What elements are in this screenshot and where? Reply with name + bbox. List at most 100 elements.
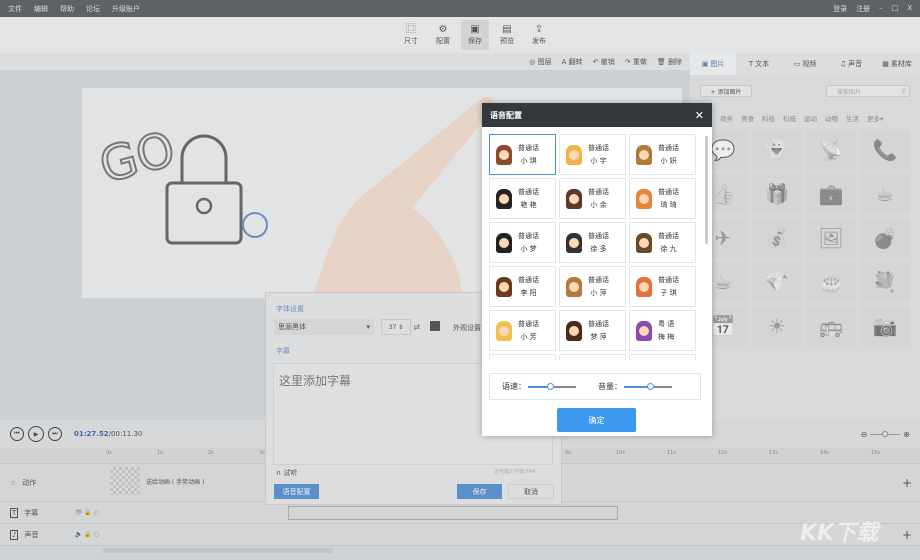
voice-option[interactable]	[629, 354, 696, 360]
menu-help[interactable]: 帮助	[60, 4, 74, 14]
confirm-button[interactable]: 确定	[557, 408, 636, 432]
category-item[interactable]: 运动	[804, 113, 817, 123]
close-icon[interactable]: ✕	[695, 109, 704, 122]
voice-list-scrollbar[interactable]	[705, 136, 708, 244]
timeline-clip[interactable]: 送给动画 ( 手势动画 )	[110, 466, 260, 496]
category-item[interactable]: 美食	[741, 113, 754, 123]
preview-button[interactable]: ▤ 预览	[493, 20, 521, 50]
track-controls[interactable]: 👁 🔒 ○	[75, 509, 99, 516]
volume-slider[interactable]	[624, 382, 672, 390]
volume-knob[interactable]	[647, 382, 655, 390]
category-item[interactable]: 科技	[783, 113, 796, 123]
voice-option[interactable]: 普通话艳 艳	[489, 178, 556, 219]
image-asset[interactable]: ☀	[752, 306, 802, 346]
voice-option[interactable]: 普通话小 宇	[559, 134, 626, 175]
image-asset[interactable]: 🖼	[806, 218, 856, 258]
image-asset[interactable]: 💰	[752, 218, 802, 258]
menu-edit[interactable]: 编辑	[34, 4, 48, 14]
size-button[interactable]: ⿴尺寸	[397, 20, 425, 50]
speed-knob[interactable]	[546, 382, 554, 390]
prev-button[interactable]: ⏮	[10, 427, 24, 441]
track-controls[interactable]: 🔈 🔒 ○	[75, 531, 99, 538]
redo-button[interactable]: ↷ 重做	[625, 57, 647, 67]
minimize-button[interactable]: –	[879, 4, 883, 14]
image-asset[interactable]: 📞	[860, 130, 910, 170]
font-size-stepper[interactable]: 37 ⇕	[381, 319, 411, 335]
image-asset[interactable]: 💣	[860, 218, 910, 258]
config-button[interactable]: ⚙ 配置	[429, 20, 457, 50]
voice-option[interactable]: 普通话徐 九	[629, 222, 696, 263]
listen-button[interactable]: ∩ 试听	[276, 468, 297, 478]
add-icon[interactable]: +	[902, 528, 912, 542]
play-button[interactable]: ▶	[28, 426, 44, 442]
music-icon: ♪	[10, 529, 19, 540]
color-picker[interactable]	[430, 321, 440, 331]
image-asset[interactable]: 💎	[752, 262, 802, 302]
ruler-tick: 12s	[718, 450, 727, 456]
image-asset[interactable]: 🎂	[806, 262, 856, 302]
voice-config-button[interactable]: 语音配置	[274, 484, 319, 499]
tab-library[interactable]: ▦ 素材库	[874, 53, 920, 75]
voice-option[interactable]: 普通话徐 多	[559, 222, 626, 263]
voice-option[interactable]: 普通话小 萍	[559, 266, 626, 307]
maximize-button[interactable]: □	[892, 4, 899, 14]
subtitle-clip[interactable]	[288, 505, 618, 520]
login-link[interactable]: 登录	[833, 4, 847, 14]
voice-option[interactable]: 普通话小 妍	[629, 134, 696, 175]
voice-option[interactable]	[489, 354, 556, 360]
speed-slider[interactable]	[528, 382, 576, 390]
image-asset[interactable]: ☕	[860, 174, 910, 214]
tab-video[interactable]: ▭ 视频	[782, 53, 828, 75]
voice-option[interactable]: 普通话李 阳	[489, 266, 556, 307]
tab-image[interactable]: ▣ 图片	[690, 53, 736, 75]
tab-sound[interactable]: ♫ 声音	[828, 53, 874, 75]
appearance-settings[interactable]: 外观设置	[453, 323, 481, 333]
voice-option[interactable]: 粤 语梅 梅	[629, 310, 696, 351]
image-asset[interactable]: 👻	[752, 130, 802, 170]
preview-label: 预览	[500, 37, 514, 45]
image-asset[interactable]: 💐	[860, 262, 910, 302]
voice-option[interactable]: 普通话梦 萍	[559, 310, 626, 351]
zoom-slider[interactable]: ⊖ ⊕	[861, 430, 910, 439]
undo-button[interactable]: ↶ 撤销	[593, 57, 615, 67]
menu-upgrade[interactable]: 升级账户	[112, 4, 140, 14]
timeline-scrollbar[interactable]	[103, 548, 333, 553]
delete-button[interactable]: 🗑 删除	[657, 57, 682, 67]
register-link[interactable]: 注册	[856, 4, 870, 14]
font-select[interactable]: 思源黑体 ▾	[274, 319, 374, 335]
category-item[interactable]: 更多▾	[867, 113, 883, 123]
category-item[interactable]: 生活	[846, 113, 859, 123]
image-search-input[interactable]: 搜索图片 ⚲	[826, 85, 910, 97]
layer-button[interactable]: ◎ 图层	[529, 57, 551, 67]
menu-forum[interactable]: 论坛	[86, 4, 100, 14]
save-subtitle-button[interactable]: 保存	[457, 484, 502, 499]
voice-option[interactable]: 普通话小 余	[559, 178, 626, 219]
text-icon: T	[10, 507, 19, 518]
add-image-button[interactable]: + 添加图片	[700, 85, 752, 97]
close-button[interactable]: X	[907, 4, 912, 14]
listen-label: 试听	[283, 469, 298, 477]
image-asset[interactable]: 📡	[806, 130, 856, 170]
category-item[interactable]: 商务	[720, 113, 733, 123]
voice-option[interactable]	[559, 354, 626, 360]
voice-option[interactable]: 普通话小 梦	[489, 222, 556, 263]
save-button[interactable]: ▣ 保存	[461, 20, 489, 50]
menu-file[interactable]: 文件	[8, 4, 22, 14]
publish-button[interactable]: ⇪ 发布	[525, 20, 553, 50]
image-asset[interactable]: 🎁	[752, 174, 802, 214]
tab-text[interactable]: T 文本	[736, 53, 782, 75]
category-item[interactable]: 动物	[825, 113, 838, 123]
image-asset[interactable]: 🚌	[806, 306, 856, 346]
flip-button[interactable]: A 翻转	[562, 57, 583, 67]
image-asset[interactable]: 💼	[806, 174, 856, 214]
voice-option[interactable]: 普通话琦 琦	[629, 178, 696, 219]
voice-option[interactable]: 普通话子 琪	[629, 266, 696, 307]
cancel-button[interactable]: 取消	[508, 484, 554, 499]
next-button[interactable]: ⏭	[48, 427, 62, 441]
image-asset[interactable]: 📷	[860, 306, 910, 346]
publish-label: 发布	[532, 37, 546, 45]
category-item[interactable]: 科技	[762, 113, 775, 123]
voice-option[interactable]: 普通话小 芳	[489, 310, 556, 351]
voice-option[interactable]: 普通话小 琪	[489, 134, 556, 175]
add-icon[interactable]: +	[902, 476, 912, 490]
